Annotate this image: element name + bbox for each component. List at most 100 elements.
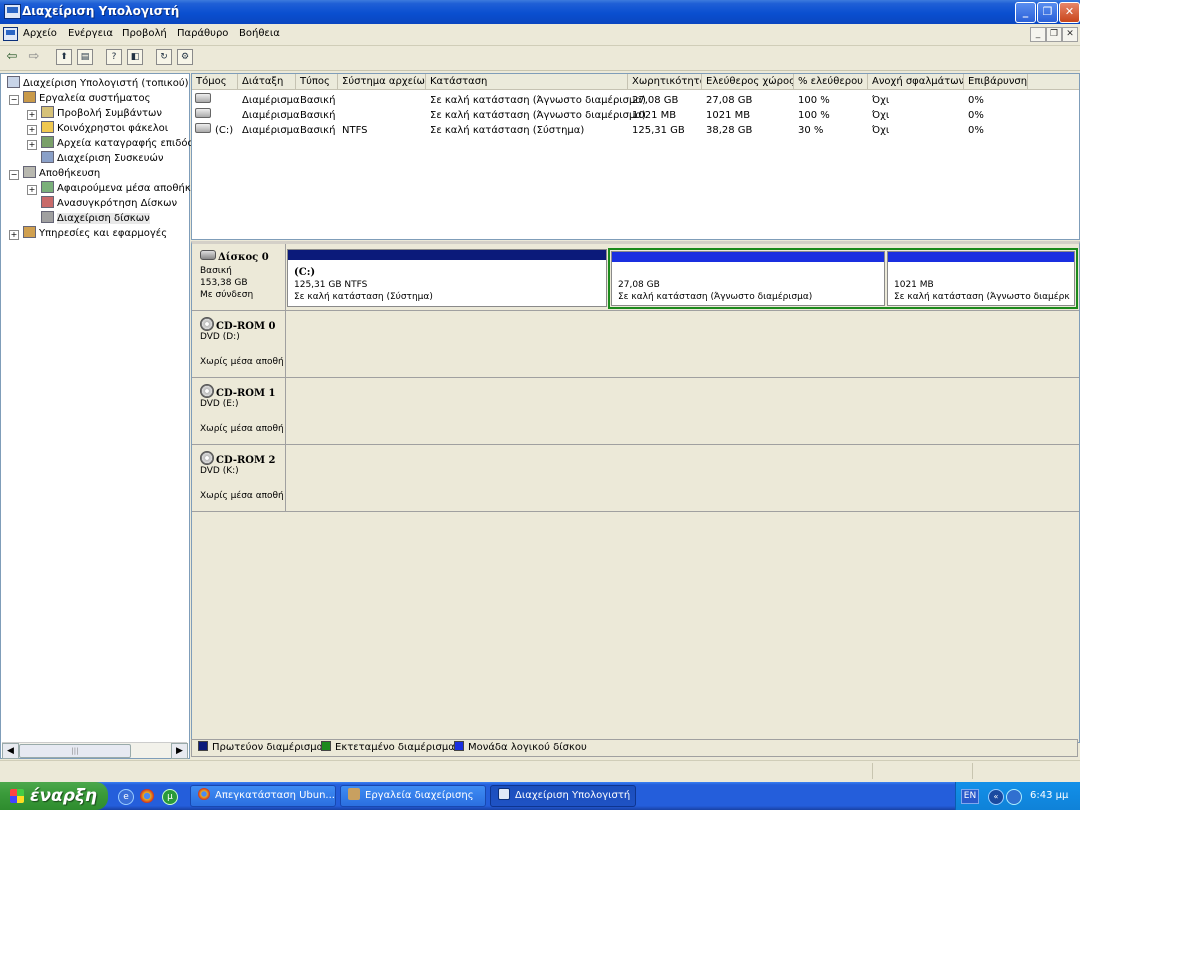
- clock[interactable]: 6:43 μμ: [1030, 790, 1068, 801]
- disk-drive-icon: [195, 123, 211, 133]
- volume-cell: 0%: [968, 125, 984, 136]
- volume-cell: 38,28 GB: [706, 125, 753, 136]
- tree-expander-storage[interactable]: −: [9, 170, 19, 180]
- taskbar-button-ubuntu-uninstall[interactable]: Απεγκατάσταση Ubun...: [190, 785, 336, 807]
- event-viewer-icon: [41, 106, 54, 118]
- column-status[interactable]: Κατάσταση: [426, 74, 628, 90]
- tree-item-removable-storage[interactable]: Αφαιρούμενα μέσα αποθήκε: [41, 181, 196, 196]
- document-restore-button[interactable]: ❐: [1046, 27, 1062, 42]
- volume-cell: Διαμέρισμα: [242, 110, 300, 121]
- tree-item-disk-management[interactable]: Διαχείριση δίσκων: [41, 211, 150, 226]
- menu-view[interactable]: Προβολή: [122, 28, 167, 39]
- utorrent-icon[interactable]: µ: [162, 789, 178, 805]
- volume-cell: 27,08 GB: [706, 95, 753, 106]
- partition-status: Σε καλή κατάσταση (Σύστημα): [294, 292, 433, 302]
- volume-cell: 0%: [968, 95, 984, 106]
- restore-button[interactable]: ❐: [1037, 2, 1058, 23]
- forward-arrow-icon[interactable]: ⇨: [26, 49, 42, 65]
- row-divider: [192, 444, 1079, 445]
- logical-drive-2[interactable]: 1021 MB Σε καλή κατάσταση (Άγνωστο διαμέ…: [887, 251, 1075, 306]
- disk-graphical-view: Δίσκος 0 Βασική 153,38 GB Με σύνδεση (C:…: [191, 241, 1080, 743]
- tree-item-performance-logs[interactable]: Αρχεία καταγραφής επιδόσε: [41, 136, 199, 151]
- tree-expander-services[interactable]: +: [9, 230, 19, 240]
- column-layout[interactable]: Διάταξη: [238, 74, 296, 90]
- tray-arrow-icon[interactable]: «: [988, 789, 1004, 805]
- tree-expander-shared-folders[interactable]: +: [27, 125, 37, 135]
- properties-icon[interactable]: ?: [106, 49, 122, 65]
- row-divider: [192, 377, 1079, 378]
- logical-drive-bar: [612, 252, 884, 262]
- volume-row-2-disk-icon[interactable]: [195, 108, 215, 123]
- scroll-right-icon[interactable]: ▶: [171, 743, 188, 759]
- network-icon[interactable]: [1006, 789, 1022, 805]
- volume-cell: 125,31 GB: [632, 125, 685, 136]
- tree-expander-performance-logs[interactable]: +: [27, 140, 37, 150]
- volume-cell: 30 %: [798, 125, 824, 136]
- disk-status: Χωρίς μέσα αποθή: [200, 357, 284, 367]
- column-capacity[interactable]: Χωρητικότητα: [628, 74, 702, 90]
- volume-row-3[interactable]: (C:): [195, 123, 233, 138]
- tree-expander-system-tools[interactable]: −: [9, 95, 19, 105]
- language-indicator[interactable]: EN: [961, 789, 979, 804]
- menu-action[interactable]: Ενέργεια: [68, 28, 113, 39]
- tree-expander-removable-storage[interactable]: +: [27, 185, 37, 195]
- document-minimize-button[interactable]: _: [1030, 27, 1046, 42]
- column-percent-free[interactable]: % ελεύθερου: [794, 74, 868, 90]
- minimize-button[interactable]: _: [1015, 2, 1036, 23]
- computer-management-icon[interactable]: [4, 4, 21, 19]
- tree-item-storage[interactable]: Αποθήκευση: [23, 166, 100, 181]
- disk-settings-icon[interactable]: ⚙: [177, 49, 193, 65]
- scroll-left-icon[interactable]: ◀: [2, 743, 19, 759]
- disk-0-label[interactable]: Δίσκος 0 Βασική 153,38 GB Με σύνδεση: [192, 244, 286, 310]
- partition-c[interactable]: (C:) 125,31 GB NTFS Σε καλή κατάσταση (Σ…: [287, 249, 607, 307]
- row-divider: [192, 511, 1079, 512]
- tree-item-event-viewer[interactable]: Προβολή Συμβάντων: [41, 106, 162, 121]
- menu-window[interactable]: Παράθυρο: [177, 28, 228, 39]
- menu-file[interactable]: Αρχείο: [23, 28, 57, 39]
- partition-size: 1021 MB: [894, 280, 934, 290]
- tree-item-system-tools[interactable]: Εργαλεία συστήματος: [23, 91, 150, 106]
- scrollbar-thumb[interactable]: |||: [19, 744, 131, 758]
- cdrom-2-label[interactable]: CD-ROM 2 DVD (K:) Χωρίς μέσα αποθή: [192, 445, 286, 511]
- storage-icon: [23, 166, 36, 178]
- column-type[interactable]: Τύπος: [296, 74, 338, 90]
- column-fault-tolerance[interactable]: Ανοχή σφαλμάτων: [868, 74, 964, 90]
- tree-item-services-applications[interactable]: Υπηρεσίες και εφαρμογές: [23, 226, 167, 241]
- admin-tools-icon: [348, 788, 360, 800]
- internet-explorer-icon[interactable]: e: [118, 789, 134, 805]
- document-close-button[interactable]: ✕: [1062, 27, 1078, 42]
- volume-row-1-disk-icon[interactable]: [195, 93, 215, 108]
- title-bar[interactable]: Διαχείριση Υπολογιστή _ ❐ ✕: [0, 0, 1080, 24]
- back-arrow-icon[interactable]: ⇦: [4, 49, 20, 65]
- volume-cell: Όχι: [872, 125, 890, 136]
- column-overhead[interactable]: Επιβάρυνση: [964, 74, 1028, 90]
- taskbar-button-computer-management[interactable]: Διαχείριση Υπολογιστή: [490, 785, 636, 807]
- tree-item-computer-management[interactable]: Διαχείριση Υπολογιστή (τοπικού): [7, 76, 189, 91]
- close-button[interactable]: ✕: [1059, 2, 1080, 23]
- cdrom-0-label[interactable]: CD-ROM 0 DVD (D:) Χωρίς μέσα αποθή: [192, 311, 286, 377]
- help-icon[interactable]: ◧: [127, 49, 143, 65]
- tree-expander-event-viewer[interactable]: +: [27, 110, 37, 120]
- cd-rom-icon: [200, 384, 214, 398]
- tree-item-shared-folders[interactable]: Κοινόχρηστοι φάκελοι: [41, 121, 168, 136]
- show-hide-tree-icon[interactable]: ▤: [77, 49, 93, 65]
- taskbar-button-admin-tools[interactable]: Εργαλεία διαχείρισης: [340, 785, 486, 807]
- tree-item-device-manager[interactable]: Διαχείριση Συσκευών: [41, 151, 163, 166]
- column-filler: [1028, 74, 1079, 90]
- menu-help[interactable]: Βοήθεια: [239, 28, 280, 39]
- up-folder-icon[interactable]: ⬆: [56, 49, 72, 65]
- document-system-menu-icon[interactable]: [3, 27, 18, 41]
- refresh-icon[interactable]: ↻: [156, 49, 172, 65]
- tree-item-disk-defragmenter[interactable]: Ανασυγκρότηση Δίσκων: [41, 196, 177, 211]
- logical-drive-1[interactable]: 27,08 GB Σε καλή κατάσταση (Άγνωστο διαμ…: [611, 251, 885, 306]
- disk-drive-icon: [195, 108, 211, 118]
- tree-horizontal-scrollbar[interactable]: ◀ ||| ▶: [2, 742, 188, 759]
- hard-disk-icon: [200, 250, 216, 260]
- column-file-system[interactable]: Σύστημα αρχείων: [338, 74, 426, 90]
- chrome-icon[interactable]: [140, 789, 154, 803]
- start-button[interactable]: έναρξη: [0, 782, 108, 810]
- volume-cell: 0%: [968, 110, 984, 121]
- column-volume[interactable]: Τόμος: [192, 74, 238, 90]
- cdrom-1-label[interactable]: CD-ROM 1 DVD (E:) Χωρίς μέσα αποθή: [192, 378, 286, 444]
- column-free-space[interactable]: Ελεύθερος χώρος: [702, 74, 794, 90]
